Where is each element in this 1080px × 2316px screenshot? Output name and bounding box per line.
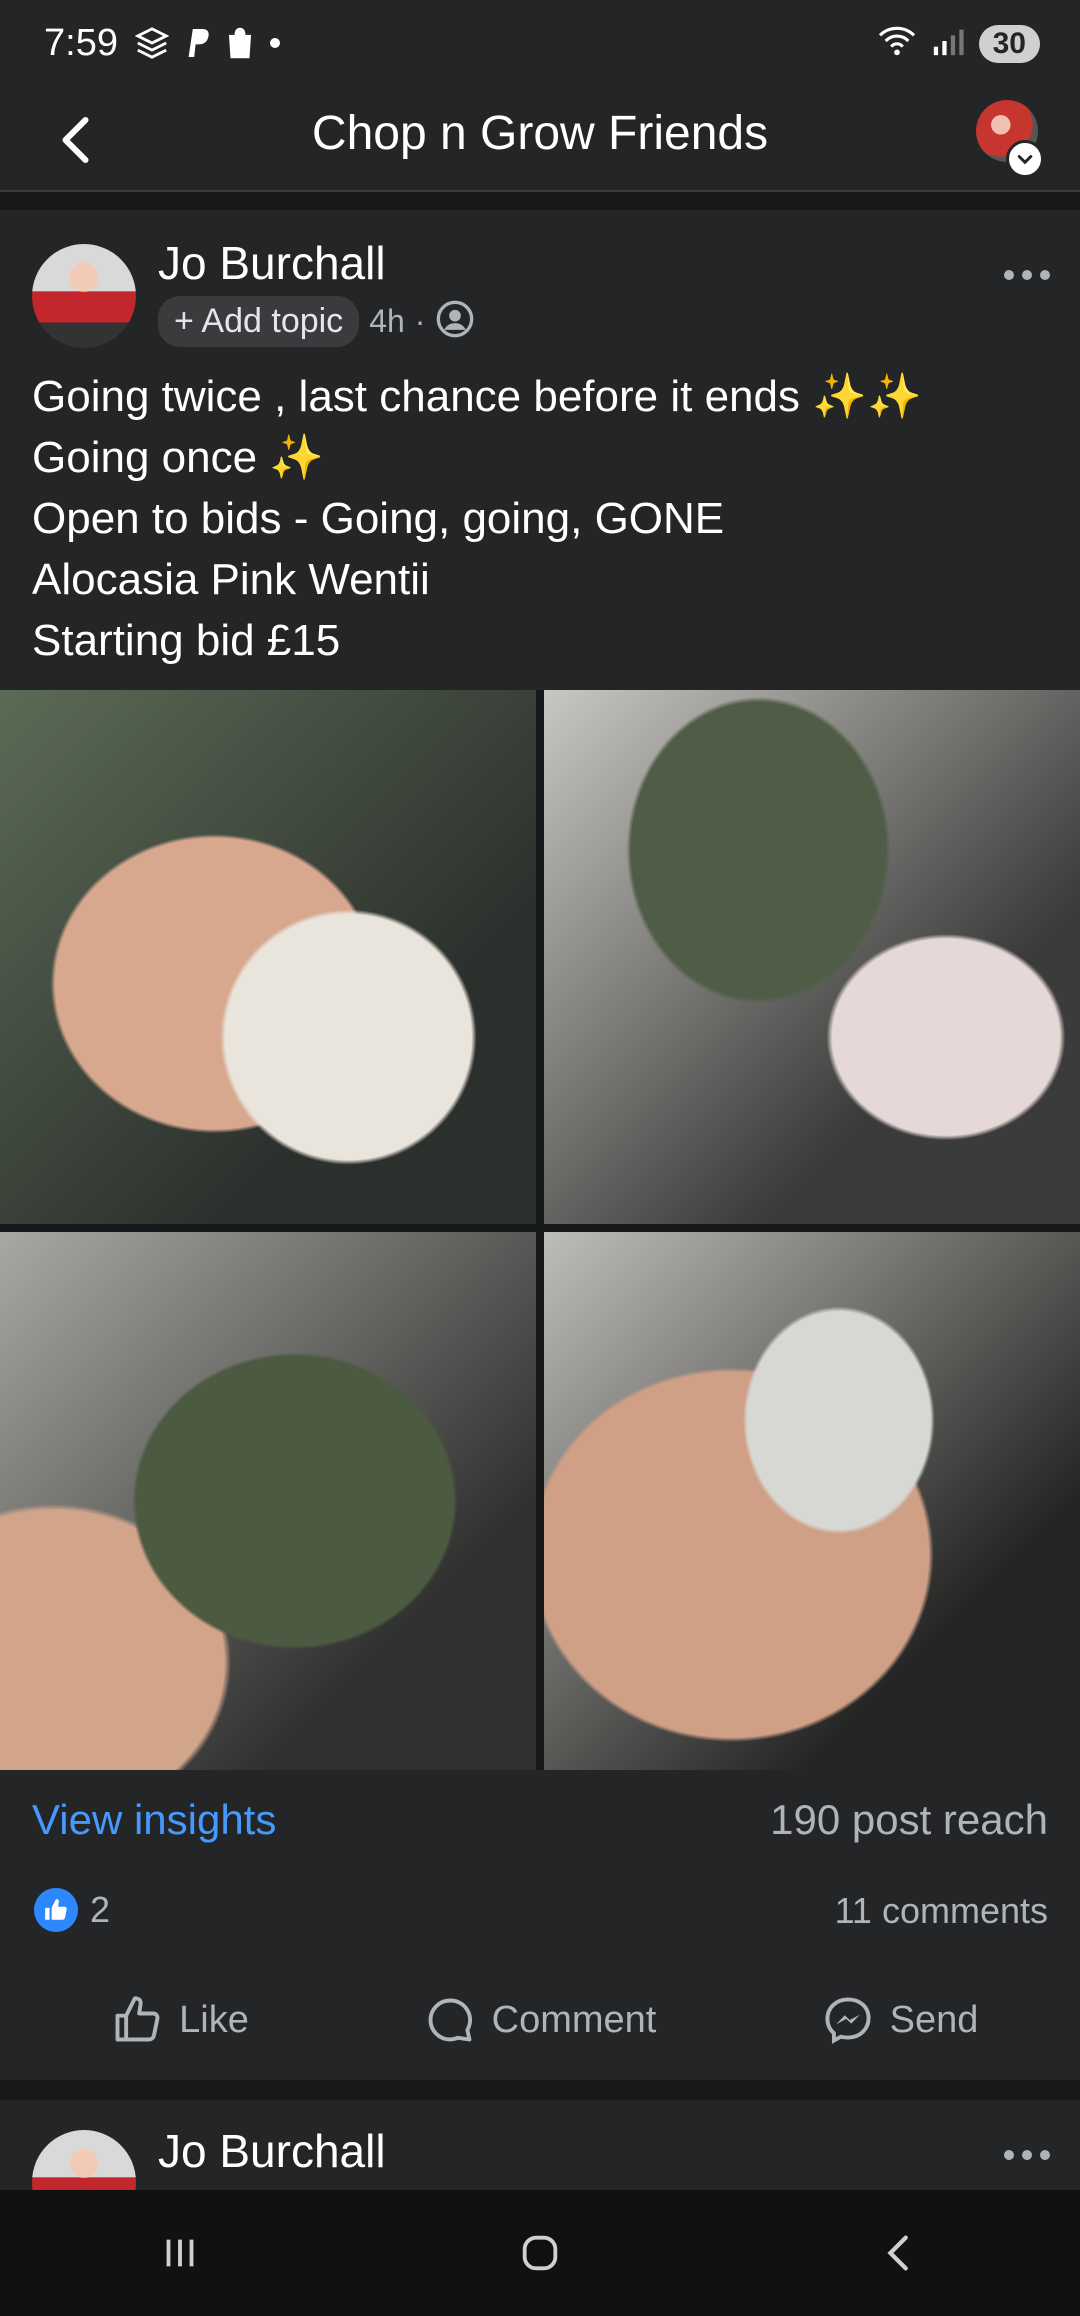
reaction-count: 2 — [90, 1889, 111, 1930]
comment-bubble-icon — [428, 1998, 472, 2042]
messenger-icon — [825, 1997, 871, 2044]
post-photo[interactable] — [544, 1232, 1080, 1770]
photo-grid — [0, 690, 1080, 1770]
shopping-bag-icon — [225, 26, 255, 68]
post-actions: Like Comment Send — [0, 1970, 1080, 2070]
author-avatar[interactable] — [32, 2130, 136, 2190]
send-label: Send — [889, 1998, 979, 2041]
recent-apps-icon — [166, 2239, 194, 2267]
post-photo[interactable] — [0, 690, 536, 1224]
home-icon — [522, 2235, 558, 2271]
dot-icon — [269, 26, 281, 68]
post-photo[interactable] — [544, 690, 1080, 1224]
add-topic-button[interactable]: + Add topic — [158, 296, 360, 347]
like-label: Like — [179, 1998, 249, 2041]
post-reach: 190 post reach — [770, 1796, 1048, 1843]
back-chevron-icon — [887, 2235, 908, 2271]
post-line: Starting bid £15 — [32, 616, 341, 665]
more-options-icon[interactable] — [1002, 246, 1052, 296]
post-line: Going twice , last chance before it ends… — [32, 372, 922, 421]
home-button[interactable] — [495, 2208, 585, 2298]
author-avatar[interactable] — [32, 244, 136, 348]
reactions-summary[interactable]: 2 — [34, 1888, 110, 1932]
post-line: Open to bids - Going, going, GONE — [32, 494, 725, 543]
comment-label: Comment — [491, 1998, 657, 2041]
post-time[interactable]: 4h — [369, 303, 405, 340]
feed-post-next: Jo Burchall — [0, 2100, 1080, 2190]
status-time: 7:59 — [44, 22, 118, 64]
system-navigation-bar — [0, 2190, 1080, 2316]
post-photo[interactable] — [0, 1232, 536, 1770]
feed-post: Jo Burchall + Add topic 4h · Going twice… — [0, 210, 1080, 2080]
author-name[interactable]: Jo Burchall — [158, 236, 386, 290]
send-button[interactable]: Send — [720, 1970, 1080, 2070]
notification-icons — [134, 26, 281, 68]
wifi-icon — [877, 24, 917, 63]
system-back-button[interactable] — [855, 2208, 945, 2298]
status-bar: 7:59 30 — [0, 0, 1080, 90]
members-audience-icon — [435, 299, 475, 344]
like-reaction-icon — [34, 1888, 78, 1932]
chevron-down-icon[interactable] — [1006, 140, 1044, 178]
system-indicators: 30 — [877, 24, 1040, 63]
group-header: Chop n Grow Friends — [0, 90, 1080, 192]
author-name[interactable]: Jo Burchall — [158, 2124, 386, 2178]
comment-button[interactable]: Comment — [360, 1970, 720, 2070]
paypal-icon — [183, 26, 211, 68]
more-options-icon[interactable] — [1002, 2126, 1052, 2176]
battery-level: 30 — [978, 24, 1040, 63]
layers-icon — [134, 26, 170, 68]
comments-count[interactable]: 11 comments — [835, 1890, 1048, 1932]
view-insights-link[interactable]: View insights — [32, 1796, 276, 1844]
post-line: Going once ✨ — [32, 433, 325, 482]
page-title[interactable]: Chop n Grow Friends — [0, 106, 1080, 161]
post-meta: + Add topic 4h · — [158, 296, 475, 347]
signal-icon — [931, 24, 965, 63]
meta-separator: · — [414, 303, 426, 339]
post-body: Going twice , last chance before it ends… — [32, 366, 1052, 671]
thumbs-up-icon — [115, 1996, 160, 2042]
recent-apps-button[interactable] — [135, 2208, 225, 2298]
like-button[interactable]: Like — [0, 1970, 360, 2070]
post-line: Alocasia Pink Wentii — [32, 555, 430, 604]
